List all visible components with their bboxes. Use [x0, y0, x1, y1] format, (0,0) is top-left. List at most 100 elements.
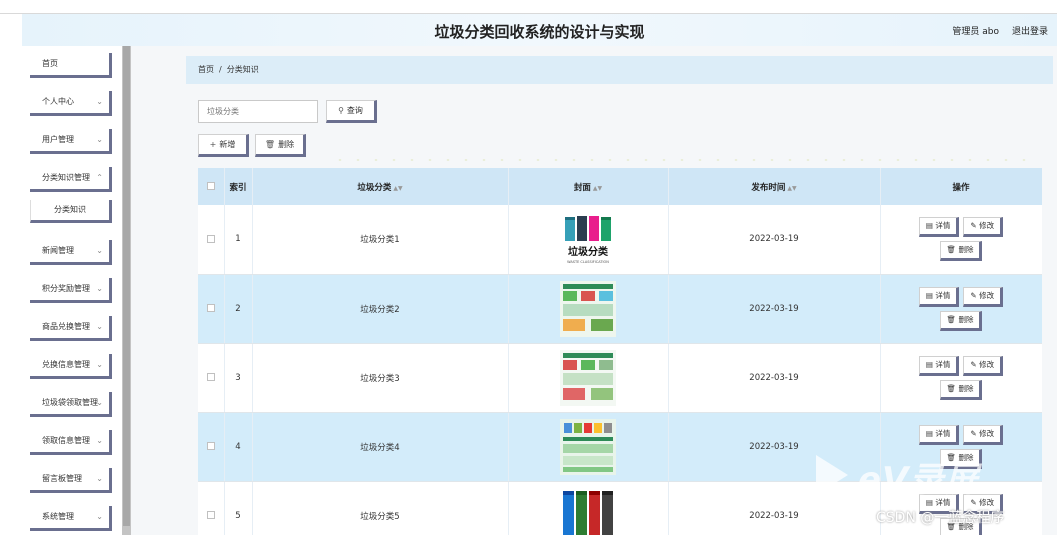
user-label: 管理员 abo	[952, 27, 999, 37]
edit-button-label: 修改	[979, 221, 995, 231]
search-button[interactable]: ⚲ 查询	[326, 100, 377, 123]
edit-button[interactable]: ✎ 修改	[963, 424, 1004, 445]
cell-publish-time: 2022-03-19	[668, 343, 881, 413]
edit-button[interactable]: ✎ 修改	[963, 217, 1004, 238]
detail-icon: ▤	[925, 221, 933, 231]
column-header-cover-label: 封面	[573, 182, 591, 193]
edit-button[interactable]: ✎ 修改	[963, 286, 1004, 307]
cover-image	[560, 349, 616, 406]
row-checkbox[interactable]	[206, 511, 215, 519]
sidebar-item-label: 垃圾袋领取管理	[42, 398, 98, 407]
row-checkbox[interactable]	[206, 442, 215, 450]
cell-cover: 垃圾分类 WASTE CLASSIFICATION	[508, 205, 669, 275]
cell-cover	[508, 274, 669, 344]
column-header-category-label: 垃圾分类	[357, 182, 392, 193]
sort-icon[interactable]: ▲▼	[593, 185, 602, 192]
app-header: 垃圾分类回收系统的设计与实现 管理员 abo 退出登录	[22, 14, 1057, 46]
row-checkbox-cell	[198, 343, 225, 413]
sidebar-scrollbar[interactable]	[122, 46, 131, 535]
table-row: 1 垃圾分类1 垃圾分类 WASTE CLASSIFICATION 2022-0…	[198, 205, 1042, 275]
column-header-category[interactable]: 垃圾分类 ▲▼	[252, 168, 509, 205]
sidebar: 首页 个人中心 ⌄ 用户管理 ⌄ 分类知识管理 ⌃ 分类知识 新闻管理 ⌄ 积分…	[22, 46, 122, 535]
sidebar-item-user-management[interactable]: 用户管理 ⌄	[30, 129, 112, 154]
chevron-down-icon: ⌄	[96, 360, 103, 369]
cell-cover	[508, 412, 669, 482]
table-header-row: 索引 垃圾分类 ▲▼ 封面 ▲▼ 发布时间 ▲▼ 操作	[198, 168, 1042, 205]
batch-delete-button[interactable]: 🗑 删除	[255, 134, 306, 157]
column-header-index: 索引	[224, 168, 253, 205]
detail-icon: ▤	[925, 290, 933, 300]
select-all-checkbox[interactable]	[206, 182, 215, 190]
cell-publish-time: 2022-03-19	[668, 205, 881, 275]
sidebar-item-knowledge-management[interactable]: 分类知识管理 ⌃	[30, 167, 112, 192]
detail-button-label: 详情	[935, 428, 951, 438]
row-checkbox[interactable]	[206, 373, 215, 381]
sidebar-item-label: 系统管理	[42, 512, 74, 521]
cell-actions: ▤ 详情 ✎ 修改 🗑 删除	[880, 205, 1042, 275]
row-checkbox-cell	[198, 481, 225, 535]
sidebar-item-personal-center[interactable]: 个人中心 ⌄	[30, 91, 112, 116]
row-checkbox[interactable]	[206, 304, 215, 312]
scrollbar-thumb[interactable]	[123, 46, 130, 526]
delete-button-label: 删除	[958, 245, 974, 255]
edit-button-label: 修改	[979, 428, 995, 438]
delete-button[interactable]: 🗑 删除	[939, 310, 983, 331]
delete-button-label: 删除	[958, 383, 974, 393]
search-input[interactable]	[198, 100, 318, 123]
cell-publish-time: 2022-03-19	[668, 481, 881, 535]
logout-link[interactable]: 退出登录	[1012, 24, 1048, 37]
cover-poster-graphic	[560, 280, 616, 337]
breadcrumb-current: 分类知识	[226, 65, 259, 74]
edit-button[interactable]: ✎ 修改	[963, 355, 1004, 376]
edit-button-label: 修改	[979, 290, 995, 300]
trash-icon: 🗑	[264, 140, 276, 149]
delete-button[interactable]: 🗑 删除	[939, 379, 983, 400]
sidebar-subitem-label: 分类知识	[54, 205, 86, 214]
sidebar-item-claim-info[interactable]: 领取信息管理 ⌄	[30, 430, 112, 455]
cover-caption: 垃圾分类	[568, 245, 608, 258]
delete-button[interactable]: 🗑 删除	[939, 241, 983, 262]
sidebar-item-points-reward[interactable]: 积分奖励管理 ⌄	[30, 278, 112, 303]
detail-icon: ▤	[925, 359, 933, 369]
sidebar-item-label: 分类知识管理	[42, 173, 90, 182]
edit-button-label: 修改	[979, 359, 995, 369]
chevron-up-icon: ⌃	[96, 173, 103, 182]
cover-image	[560, 487, 616, 535]
sidebar-item-garbage-bag[interactable]: 垃圾袋领取管理 ⌄	[30, 392, 112, 417]
detail-button-label: 详情	[935, 359, 951, 369]
detail-button[interactable]: ▤ 详情	[918, 286, 960, 307]
row-checkbox-cell	[198, 274, 225, 344]
cell-index: 3	[224, 343, 253, 413]
trash-icon: 🗑	[946, 245, 957, 255]
column-header-publish-time[interactable]: 发布时间 ▲▼	[668, 168, 881, 205]
detail-button[interactable]: ▤ 详情	[918, 424, 960, 445]
edit-button-label: 修改	[979, 497, 995, 507]
cover-trash-bins-graphic: 垃圾分类 WASTE CLASSIFICATION	[560, 211, 616, 268]
ev-recorder-logo: eV录屏	[858, 460, 980, 500]
edit-icon: ✎	[970, 221, 977, 231]
sidebar-item-news-management[interactable]: 新闻管理 ⌄	[30, 240, 112, 265]
add-button[interactable]: + 新增	[198, 134, 249, 157]
sidebar-item-goods-exchange[interactable]: 商品兑换管理 ⌄	[30, 316, 112, 341]
cover-image	[560, 418, 616, 475]
cell-publish-time: 2022-03-19	[668, 412, 881, 482]
sidebar-item-system-management[interactable]: 系统管理 ⌄	[30, 506, 112, 531]
cell-category: 垃圾分类3	[252, 343, 509, 413]
sort-icon[interactable]: ▲▼	[787, 185, 796, 192]
cell-publish-time: 2022-03-19	[668, 274, 881, 344]
detail-button[interactable]: ▤ 详情	[918, 217, 960, 238]
sidebar-subitem-knowledge[interactable]: 分类知识	[30, 200, 112, 223]
chevron-down-icon: ⌄	[96, 246, 103, 255]
sidebar-item-home[interactable]: 首页	[30, 53, 112, 78]
batch-delete-button-label: 删除	[278, 140, 295, 149]
column-header-cover[interactable]: 封面 ▲▼	[508, 168, 669, 205]
cell-actions: ▤ 详情 ✎ 修改 🗑 删除	[880, 274, 1042, 344]
sidebar-item-exchange-info[interactable]: 兑换信息管理 ⌄	[30, 354, 112, 379]
cover-poster-graphic	[560, 418, 616, 475]
breadcrumb-home[interactable]: 首页	[198, 65, 214, 74]
edit-icon: ✎	[970, 428, 977, 438]
sort-icon[interactable]: ▲▼	[393, 185, 402, 192]
sidebar-item-message-board[interactable]: 留言板管理 ⌄	[30, 468, 112, 493]
row-checkbox[interactable]	[206, 234, 215, 243]
detail-button[interactable]: ▤ 详情	[918, 355, 960, 376]
